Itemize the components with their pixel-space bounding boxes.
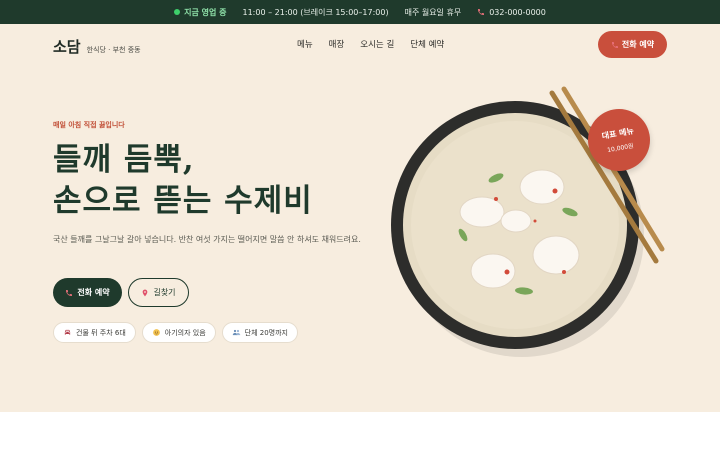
directions-button[interactable]: 길찾기 [128, 278, 189, 307]
chip-baby-chair: 아기의자 있음 [141, 322, 216, 343]
chip-group: 단체 20명까지 [221, 322, 298, 343]
hero-description: 국산 들깨를 그날그날 갈아 넣습니다. 반찬 여섯 가지는 떨어지면 말씀 안… [53, 235, 361, 244]
nav-item-group-booking[interactable]: 단체 예약 [410, 38, 444, 50]
header-call-label: 전화 예약 [621, 40, 655, 49]
site-logo[interactable]: 소담 한식당 · 부천 중동 [53, 36, 141, 57]
open-status-label: 지금 영업 중 [184, 7, 227, 17]
badge-title: 대표 메뉴 [601, 126, 635, 141]
map-pin-icon [143, 289, 148, 296]
phone-icon [478, 9, 485, 15]
nav-item-menu[interactable]: 메뉴 [297, 38, 313, 50]
headline-line-1: 들깨 듬뿍, [53, 142, 195, 178]
topbar-phone[interactable]: 032-000-0000 [477, 8, 546, 17]
hero-eyebrow: 매일 아침 직접 끓입니다 [53, 121, 125, 129]
header-call-button[interactable]: 전화 예약 [598, 31, 667, 58]
group-icon [232, 329, 240, 336]
hero-call-button[interactable]: 전화 예약 [53, 278, 122, 307]
feature-chips: 건물 뒤 주차 6대 아기의자 있음 단체 20명까지 [53, 322, 298, 343]
business-hours: 11:00 – 21:00 (브레이크 15:00–17:00) [242, 7, 389, 17]
phone-icon [611, 41, 618, 48]
chip-group-label: 단체 20명까지 [244, 328, 288, 337]
status-dot-icon [174, 9, 181, 15]
top-info-bar: 지금 영업 중 11:00 – 21:00 (브레이크 15:00–17:00)… [0, 0, 720, 24]
main-nav: 메뉴 매장 오시는 길 단체 예약 [297, 38, 444, 50]
brand-subtitle: 한식당 · 부천 중동 [86, 46, 141, 54]
hero-call-label: 전화 예약 [77, 288, 110, 297]
chip-parking-label: 건물 뒤 주차 6대 [76, 328, 126, 337]
directions-label: 길찾기 [153, 288, 176, 297]
car-icon [64, 329, 71, 335]
nav-item-directions[interactable]: 오시는 길 [360, 38, 394, 50]
brand-name: 소담 [53, 38, 81, 56]
chip-baby-chair-label: 아기의자 있음 [164, 328, 206, 337]
topbar-phone-number: 032-000-0000 [489, 7, 546, 17]
phone-icon [66, 289, 73, 296]
closed-day: 매주 월요일 휴무 [404, 7, 462, 17]
hero-headline: 들깨 듬뿍, 손으로 뜯는 수제비 [53, 140, 313, 222]
headline-line-2: 손으로 뜯는 수제비 [53, 183, 313, 219]
nav-item-store[interactable]: 매장 [329, 38, 345, 50]
chip-parking: 건물 뒤 주차 6대 [53, 322, 136, 343]
badge-price: 10,000원 [606, 142, 635, 155]
baby-icon [152, 329, 160, 336]
open-status: 지금 영업 중 [174, 7, 227, 18]
